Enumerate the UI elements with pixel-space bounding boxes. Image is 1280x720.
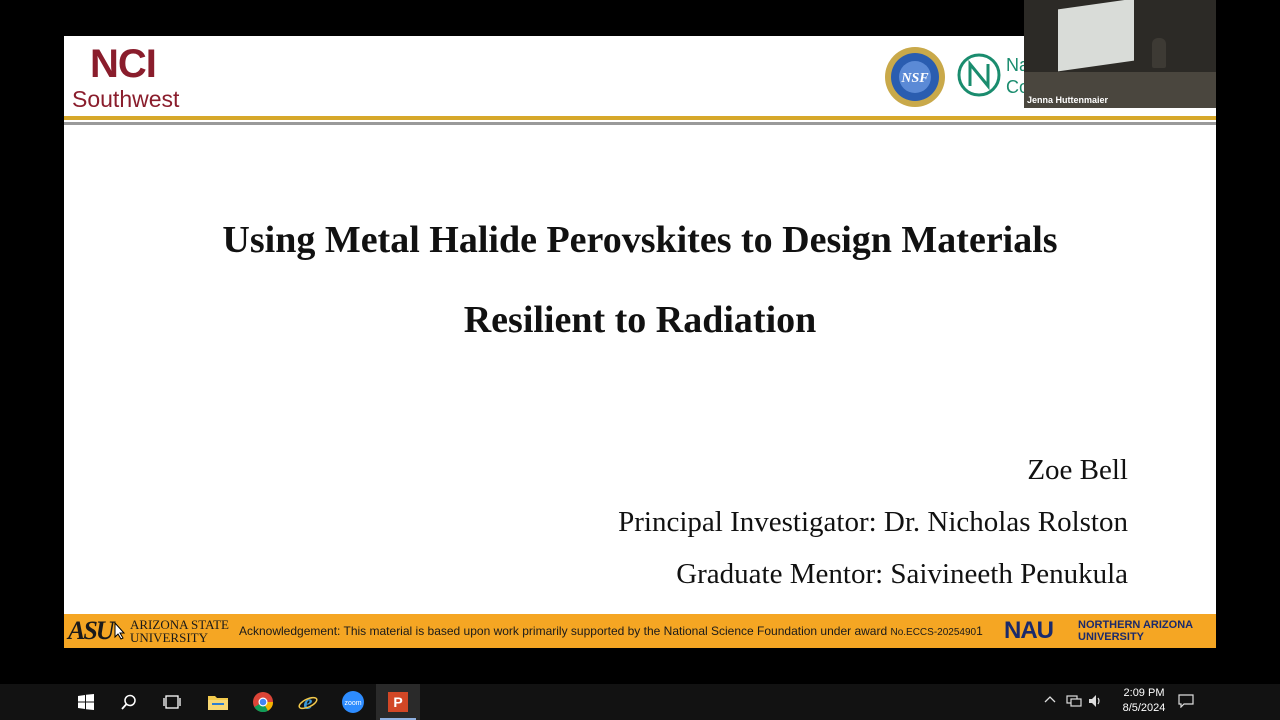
slide-footer: ASU ARIZONA STATE UNIVERSITY Acknowledge… <box>64 614 1216 648</box>
powerpoint-button[interactable]: P <box>376 684 420 720</box>
nsf-logo: NSF <box>885 47 945 107</box>
clock-time: 2:09 PM <box>1123 687 1165 699</box>
video-projection-screen <box>1058 0 1134 72</box>
asu-logo-mark: ASU <box>68 616 115 645</box>
asu-logo-name: ARIZONA STATE UNIVERSITY <box>130 618 229 644</box>
nau-logo-name: NORTHERN ARIZONA UNIVERSITY <box>1078 619 1193 643</box>
nau-name-line1: NORTHERN ARIZONA <box>1078 619 1194 631</box>
clock-date: 8/5/2024 <box>1122 702 1166 714</box>
folder-icon <box>208 696 228 710</box>
chrome-icon <box>253 692 273 712</box>
powerpoint-icon: P <box>388 692 408 712</box>
nci-southwest-logo: NCI Southwest <box>72 42 200 112</box>
nci-logo-sub: Southwest <box>72 86 180 112</box>
powerpoint-icon-text: P <box>393 694 402 710</box>
network-icon[interactable] <box>1066 694 1082 711</box>
nnci-logo-icon <box>957 53 1001 97</box>
internet-explorer-button[interactable]: e <box>286 684 330 720</box>
internet-explorer-icon: e <box>298 692 318 712</box>
slide-number: 1 <box>976 624 983 638</box>
slide-title-line2: Resilient to Radiation <box>463 299 817 341</box>
award-number: No.ECCS-2025490 <box>890 627 977 638</box>
asu-name-line2: UNIVERSITY <box>130 630 208 645</box>
search-button[interactable] <box>107 684 151 720</box>
graduate-mentor: Graduate Mentor: Saivineeth Penukula <box>676 558 1128 590</box>
svg-text:e: e <box>304 692 313 712</box>
file-explorer-button[interactable] <box>196 684 240 720</box>
windows-logo-icon <box>78 694 94 710</box>
header-gold-rule <box>64 116 1216 120</box>
chrome-button[interactable] <box>241 684 285 720</box>
task-view-button[interactable] <box>150 684 194 720</box>
search-icon <box>121 694 136 710</box>
zoom-button[interactable]: zoom <box>331 684 375 720</box>
principal-investigator: Principal Investigator: Dr. Nicholas Rol… <box>618 506 1128 538</box>
task-view-icon <box>163 695 181 709</box>
zoom-icon: zoom <box>342 691 364 713</box>
nsf-logo-text: NSF <box>900 71 929 86</box>
header-gray-rule <box>64 122 1216 125</box>
acknowledgement-text: Acknowledgement: This material is based … <box>239 624 983 638</box>
nci-logo-main: NCI <box>90 42 157 86</box>
nau-logo-mark: NAU <box>1004 617 1054 644</box>
volume-icon[interactable] <box>1088 694 1102 711</box>
system-clock[interactable]: 2:09 PM 8/5/2024 <box>1114 686 1174 716</box>
zoom-icon-text: zoom <box>344 700 361 707</box>
nau-name-line2: UNIVERSITY <box>1078 631 1145 643</box>
start-button[interactable] <box>64 684 108 720</box>
acknowledgement-body: Acknowledgement: This material is based … <box>239 624 891 638</box>
action-center-icon[interactable] <box>1178 694 1194 711</box>
author-name: Zoe Bell <box>1027 454 1128 486</box>
participant-video-tile[interactable]: Jenna Huttenmaier <box>1024 0 1216 108</box>
presentation-slide: NCI Southwest NSF Na Co Using Metal Hali… <box>64 36 1216 648</box>
slide-title-line1: Using Metal Halide Perovskites to Design… <box>222 219 1058 261</box>
windows-taskbar: e zoom P 2:09 PM 8/5/2024 <box>0 684 1280 720</box>
show-hidden-icons-chevron-icon[interactable] <box>1044 694 1056 709</box>
participant-name-label: Jenna Huttenmaier <box>1027 95 1109 105</box>
video-presenter-figure <box>1152 38 1166 68</box>
mouse-cursor-icon <box>114 622 126 640</box>
